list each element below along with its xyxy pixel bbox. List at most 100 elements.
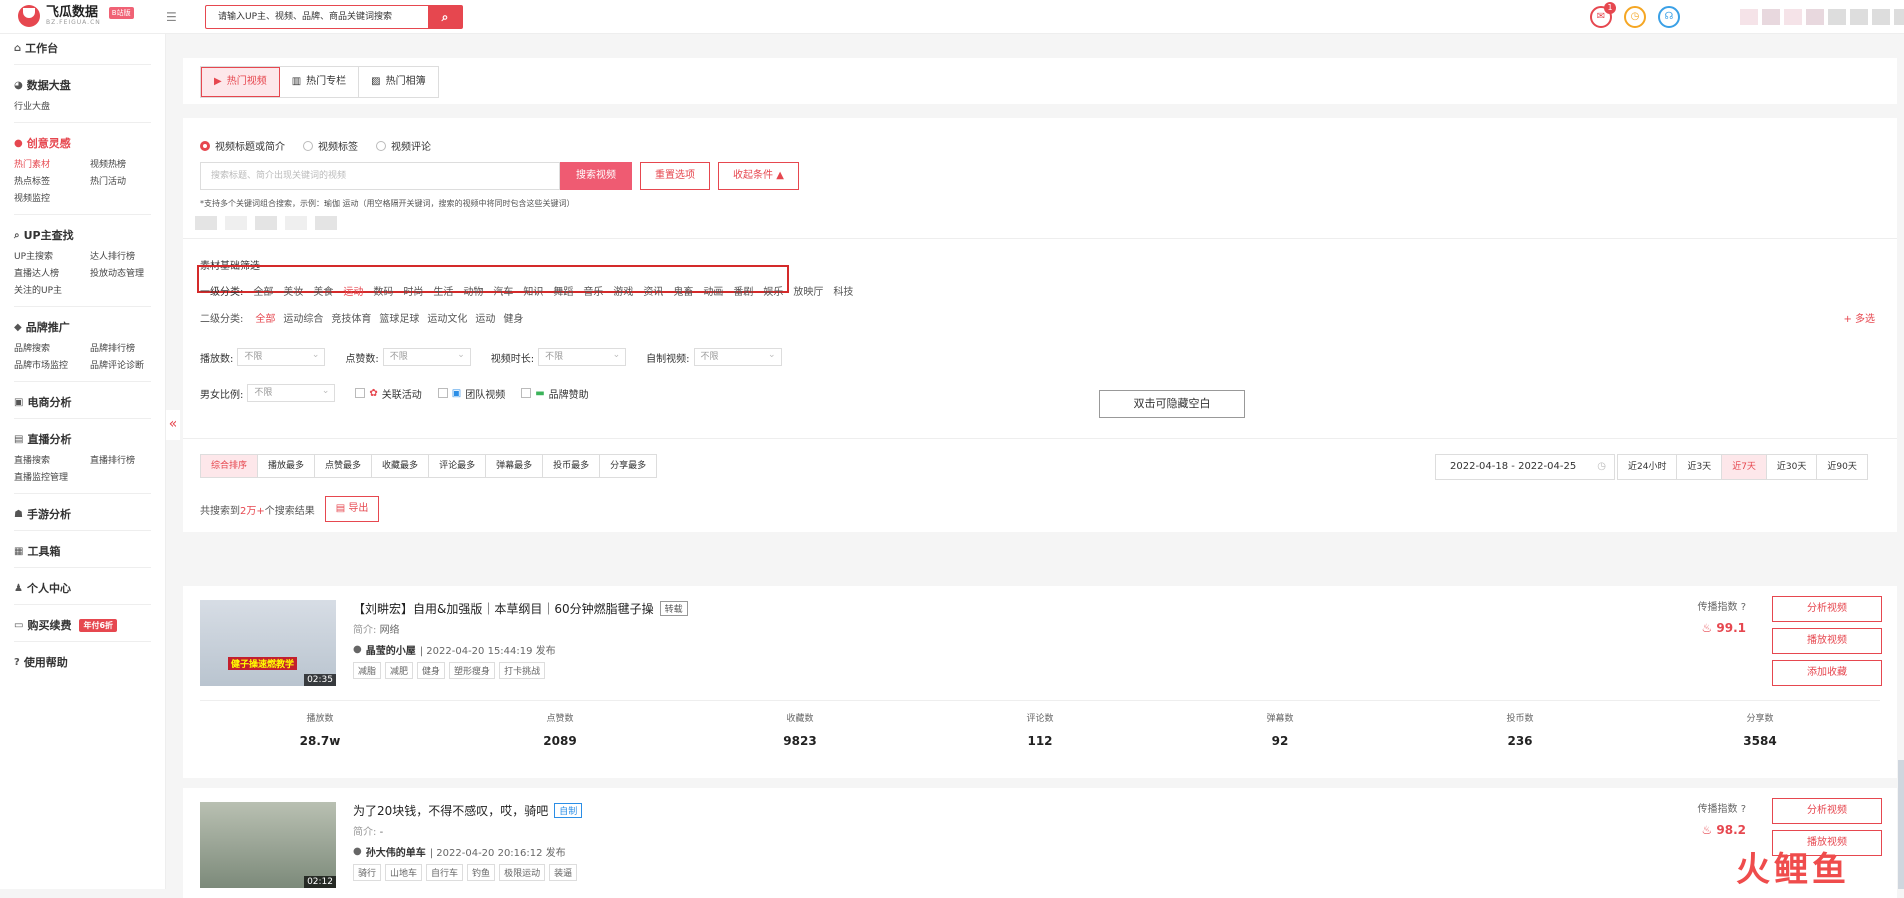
sort-option[interactable]: 点赞最多 (315, 455, 373, 477)
duration-select[interactable]: 不限 (538, 347, 627, 366)
category1-item[interactable]: 美食 (313, 283, 333, 298)
collapse-conditions-button[interactable]: 收起条件 ▲ (718, 162, 799, 190)
video-thumbnail[interactable]: 02:12 (200, 802, 336, 888)
scope-radio-tag[interactable]: 视频标签 (303, 138, 358, 153)
category1-item[interactable]: 科技 (833, 283, 853, 298)
sort-option[interactable]: 评论最多 (429, 455, 487, 477)
category1-item[interactable]: 鬼畜 (673, 283, 693, 298)
sidebar-sub-item[interactable]: UP主搜索 (14, 249, 90, 262)
top-search-input[interactable]: 请输入UP主、视频、品牌、商品关键词搜索 (206, 6, 428, 28)
sidebar-item-brand[interactable]: ◆ 品牌推广 (14, 313, 151, 341)
sidebar-item-live[interactable]: ▤ 直播分析 (14, 425, 151, 453)
category1-item[interactable]: 数码 (373, 283, 393, 298)
sidebar-sub-item[interactable]: 直播监控管理 (14, 470, 90, 483)
category1-item[interactable]: 娱乐 (763, 283, 783, 298)
sidebar-item-dashboard[interactable]: ◕ 数据大盘 (14, 71, 151, 99)
sidebar-sub-item[interactable]: 直播搜索 (14, 453, 90, 466)
category1-item[interactable]: 动物 (463, 283, 483, 298)
tab-hot-column[interactable]: ▥ 热门专栏 (280, 67, 360, 97)
category1-item[interactable]: 生活 (433, 283, 453, 298)
sidebar-item-renew[interactable]: ▭ 购买续费 年付6折 (14, 611, 151, 639)
sidebar-sub-item[interactable]: 视频热榜 (90, 157, 166, 170)
scope-radio-title[interactable]: 视频标题或简介 (200, 138, 285, 153)
category1-item[interactable]: 动画 (703, 283, 723, 298)
category2-item[interactable]: 全部 (255, 310, 275, 325)
category1-item[interactable]: 时尚 (403, 283, 423, 298)
help-icon[interactable]: ? (1741, 804, 1746, 815)
sidebar-item-personal[interactable]: ♟ 个人中心 (14, 574, 151, 602)
category1-item[interactable]: 游戏 (613, 283, 633, 298)
category1-item[interactable]: 运动 (343, 283, 363, 298)
video-keyword[interactable]: 钓鱼 (467, 864, 496, 881)
export-button[interactable]: ▤ 导出 (324, 496, 380, 522)
sidebar-sub-item[interactable]: 品牌市场监控 (14, 358, 90, 371)
history-tags[interactable] (195, 216, 337, 230)
scrollbar[interactable] (1898, 760, 1904, 889)
sidebar-sub-item[interactable]: 达人排行榜 (90, 249, 166, 262)
video-keyword[interactable]: 减肥 (385, 662, 414, 679)
reset-button[interactable]: 重置选项 (640, 162, 710, 190)
category1-item[interactable]: 音乐 (583, 283, 603, 298)
sort-option[interactable]: 收藏最多 (372, 455, 430, 477)
top-search[interactable]: 请输入UP主、视频、品牌、商品关键词搜索 ⌕ (205, 5, 463, 29)
category1-item[interactable]: 番剧 (733, 283, 753, 298)
category1-item[interactable]: 资讯 (643, 283, 663, 298)
range-option[interactable]: 近7天 (1722, 455, 1767, 479)
play-count-select[interactable]: 不限 (237, 347, 326, 366)
category1-item[interactable]: 美妆 (283, 283, 303, 298)
video-title[interactable]: 【刘畊宏】自用&加强版｜本草纲目｜60分钟燃脂毽子操 (353, 600, 654, 617)
sidebar-sub-item[interactable]: 品牌评论诊断 (90, 358, 166, 371)
sidebar-sub-item[interactable]: 品牌排行榜 (90, 341, 166, 354)
category1-item[interactable]: 知识 (523, 283, 543, 298)
help-icon[interactable]: ? (1741, 602, 1746, 613)
logo[interactable]: 飞瓜数据 BZ.FEIGUA.CN B站版 (18, 5, 134, 27)
video-keyword[interactable]: 极限运动 (499, 864, 546, 881)
activity-checkbox[interactable]: ✿ 关联活动 (355, 386, 422, 401)
range-option[interactable]: 近24小时 (1618, 455, 1678, 479)
tab-hot-album[interactable]: ▨ 热门相簿 (359, 67, 437, 97)
sidebar-sub-item[interactable]: 热点标签 (14, 174, 90, 187)
date-range-picker[interactable]: 2022-04-18 - 2022-04-25 (1435, 454, 1615, 480)
sidebar-item-help[interactable]: ? 使用帮助 (14, 648, 151, 676)
analyze-video-button[interactable]: 分析视频 (1772, 798, 1882, 824)
brand-checkbox[interactable]: ▬ 品牌赞助 (521, 386, 589, 401)
team-checkbox[interactable]: ▣ 团队视频 (437, 386, 505, 401)
add-favorite-button[interactable]: 添加收藏 (1772, 660, 1882, 686)
analyze-video-button[interactable]: 分析视频 (1772, 596, 1882, 622)
sort-option[interactable]: 弹幕最多 (486, 455, 544, 477)
category1-item[interactable]: 放映厅 (793, 283, 823, 298)
sidebar-sub-item[interactable]: 热门素材 (14, 157, 90, 170)
play-video-button[interactable]: 播放视频 (1772, 628, 1882, 654)
self-made-select[interactable]: 不限 (693, 347, 782, 366)
video-author[interactable]: 晶莹的小屋 (366, 642, 416, 657)
sort-option[interactable]: 综合排序 (201, 455, 259, 477)
sidebar-item-toolbox[interactable]: ▦ 工具箱 (14, 537, 151, 565)
user-avatar[interactable] (1740, 9, 1904, 25)
headset-icon[interactable]: ☊ (1658, 6, 1680, 28)
range-option[interactable]: 近3天 (1677, 455, 1723, 479)
sidebar-item-creative[interactable]: ● 创意灵感 (14, 129, 151, 157)
sidebar-sub-item[interactable]: 品牌搜索 (14, 341, 90, 354)
video-keyword[interactable]: 减脂 (353, 662, 382, 679)
sidebar-item-up-search[interactable]: ⌕ UP主查找 (14, 221, 151, 249)
category1-item[interactable]: 全部 (253, 283, 273, 298)
search-icon[interactable]: ⌕ (428, 6, 462, 28)
sidebar-item-ecommerce[interactable]: ▣ 电商分析 (14, 388, 151, 416)
category2-item[interactable]: 竞技体育 (331, 310, 371, 325)
clock-icon[interactable]: ◷ (1624, 6, 1646, 28)
category2-item[interactable]: 运动综合 (283, 310, 323, 325)
collapse-sidebar-icon[interactable]: « (166, 410, 180, 440)
video-keyword[interactable]: 自行车 (426, 864, 464, 881)
gender-ratio-select[interactable]: 不限 (247, 383, 336, 402)
video-keyword[interactable]: 打卡挑战 (499, 662, 546, 679)
tab-hot-video[interactable]: ▶ 热门视频 (201, 67, 280, 97)
sidebar-sub-item[interactable]: 热门活动 (90, 174, 166, 187)
range-option[interactable]: 近30天 (1767, 455, 1818, 479)
mail-icon[interactable]: ✉ 1 (1590, 2, 1616, 28)
video-keyword[interactable]: 塑形瘦身 (449, 662, 496, 679)
keyword-input[interactable]: 搜索标题、简介出现关键词的视频 (200, 162, 560, 190)
sidebar-item-workbench[interactable]: ⌂ 工作台 (14, 34, 151, 62)
category2-item[interactable]: 健身 (503, 310, 523, 325)
like-count-select[interactable]: 不限 (382, 347, 471, 366)
sidebar-sub-item[interactable]: 视频监控 (14, 191, 90, 204)
